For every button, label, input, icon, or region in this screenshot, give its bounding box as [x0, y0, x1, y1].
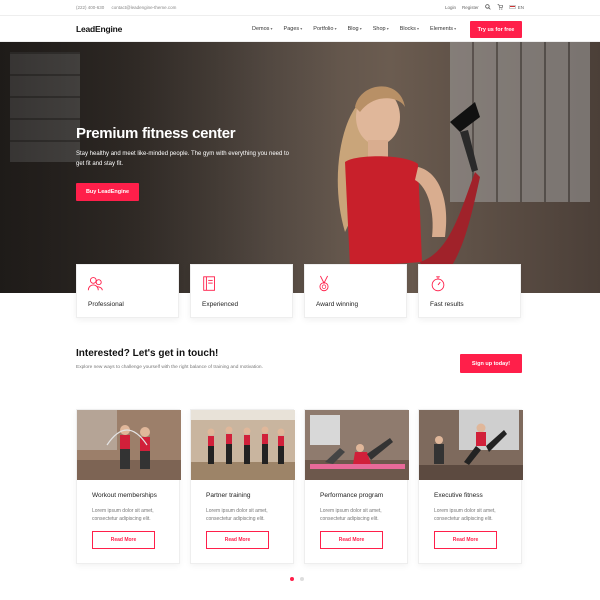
language-selector[interactable]: EN — [508, 4, 524, 10]
logo[interactable]: LeadEngine — [76, 24, 122, 34]
flag-icon — [508, 5, 516, 10]
nav-item-shop[interactable]: Shop — [373, 26, 389, 32]
card-text: Lorem ipsum dolor sit amet, consectetur … — [434, 508, 496, 522]
feature-card-fast-results[interactable]: Fast results — [418, 264, 521, 318]
top-bar: (222) 400-630 contact@leadengine-theme.c… — [0, 0, 600, 16]
login-link[interactable]: Login — [445, 5, 456, 10]
nav-item-portfolio[interactable]: Portfolio — [313, 26, 336, 32]
stopwatch-icon — [431, 276, 445, 292]
card-title: Partner training — [206, 492, 251, 499]
card-title: Performance program — [320, 492, 384, 499]
language-label: EN — [517, 4, 524, 10]
search-icon[interactable] — [484, 4, 491, 10]
feature-card-professional[interactable]: Professional — [76, 264, 179, 318]
read-more-button[interactable]: Read More — [206, 531, 269, 549]
read-more-button[interactable]: Read More — [434, 531, 497, 549]
feature-label: Fast results — [430, 301, 464, 308]
group-icon — [87, 277, 103, 291]
nav-item-elements[interactable]: Elements — [430, 26, 456, 32]
nav-item-pages[interactable]: Pages — [284, 26, 303, 32]
card-photo — [419, 410, 523, 480]
service-card: Workout memberships Lorem ipsum dolor si… — [76, 409, 181, 564]
carousel-pagination — [290, 577, 304, 581]
card-photo — [77, 410, 181, 480]
main-navigation: LeadEngine Demos Pages Portfolio Blog Sh… — [0, 16, 600, 42]
card-text: Lorem ipsum dolor sit amet, consectetur … — [320, 508, 382, 522]
feature-label: Experienced — [202, 301, 239, 308]
email-address[interactable]: contact@leadengine-theme.com — [112, 5, 177, 10]
card-photo — [191, 410, 295, 480]
register-link[interactable]: Register — [462, 5, 479, 10]
service-card: Executive fitness Lorem ipsum dolor sit … — [418, 409, 523, 564]
read-more-button[interactable]: Read More — [320, 531, 383, 549]
hero-description: Stay healthy and meet like-minded people… — [76, 151, 290, 167]
card-photo — [305, 410, 409, 480]
feature-label: Award winning — [316, 301, 359, 308]
buy-leadengine-button[interactable]: Buy LeadEngine — [76, 183, 139, 201]
service-card: Partner training Lorem ipsum dolor sit a… — [190, 409, 295, 564]
book-icon — [203, 276, 215, 291]
feature-card-experienced[interactable]: Experienced — [190, 264, 293, 318]
hero-section: Premium fitness center Stay healthy and … — [0, 42, 600, 293]
medal-icon — [319, 275, 329, 292]
pagination-dot-active[interactable] — [290, 577, 294, 581]
contact-info: (222) 400-630 contact@leadengine-theme.c… — [76, 5, 182, 10]
contact-heading: Interested? Let's get in touch! — [76, 348, 219, 359]
phone-number[interactable]: (222) 400-630 — [76, 5, 104, 10]
sign-up-button[interactable]: Sign up today! — [460, 354, 522, 373]
nav-item-demos[interactable]: Demos — [252, 26, 273, 32]
nav-menu: Demos Pages Portfolio Blog Shop Blocks E… — [252, 26, 456, 32]
cart-icon[interactable] — [497, 4, 503, 10]
card-text: Lorem ipsum dolor sit amet, consectetur … — [206, 508, 268, 522]
card-title: Executive fitness — [434, 492, 483, 499]
nav-item-blog[interactable]: Blog — [348, 26, 362, 32]
try-free-button[interactable]: Try us for free — [470, 21, 522, 38]
pagination-dot[interactable] — [300, 577, 304, 581]
hero-title: Premium fitness center — [76, 125, 236, 142]
card-text: Lorem ipsum dolor sit amet, consectetur … — [92, 508, 154, 522]
nav-item-blocks[interactable]: Blocks — [400, 26, 419, 32]
feature-label: Professional — [88, 301, 124, 308]
contact-description: Explore new ways to challenge yourself w… — [76, 365, 263, 370]
top-bar-actions: Login Register EN — [445, 4, 524, 10]
card-title: Workout memberships — [92, 492, 157, 499]
read-more-button[interactable]: Read More — [92, 531, 155, 549]
feature-card-award-winning[interactable]: Award winning — [304, 264, 407, 318]
service-card: Performance program Lorem ipsum dolor si… — [304, 409, 409, 564]
